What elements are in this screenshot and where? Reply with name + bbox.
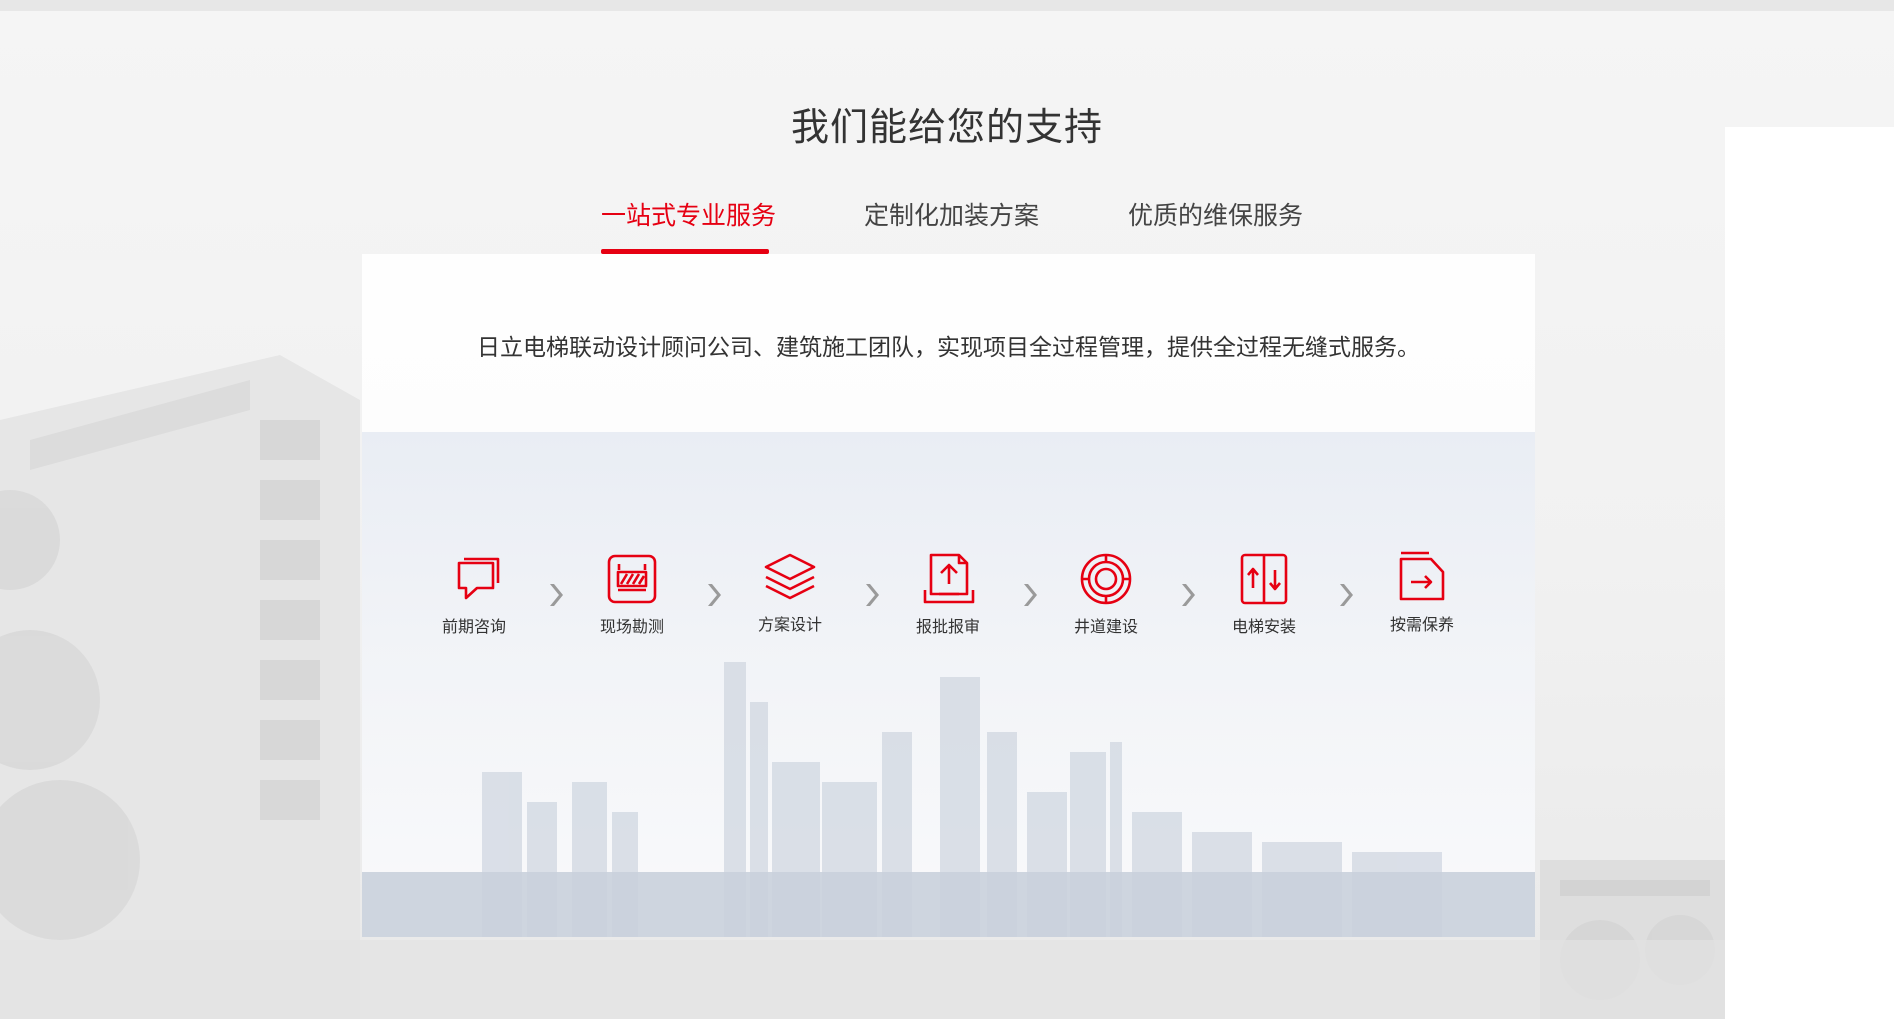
- process-area: [362, 432, 1535, 937]
- service-tabs: 一站式专业服务 定制化加装方案 优质的维保服务: [0, 196, 1894, 254]
- tab-maintenance-service[interactable]: 优质的维保服务: [1128, 196, 1303, 254]
- tab-one-stop-service[interactable]: 一站式专业服务: [601, 196, 776, 254]
- service-description: 日立电梯联动设计顾问公司、建筑施工团队，实现项目全过程管理，提供全过程无缝式服务…: [477, 334, 1420, 360]
- city-skyline: [362, 662, 1535, 937]
- tab-custom-installation[interactable]: 定制化加装方案: [864, 196, 1039, 254]
- service-panel: 日立电梯联动设计顾问公司、建筑施工团队，实现项目全过程管理，提供全过程无缝式服务…: [362, 254, 1535, 937]
- section-title: 我们能给您的支持: [790, 107, 1103, 149]
- right-side-panel: [1725, 127, 1894, 1019]
